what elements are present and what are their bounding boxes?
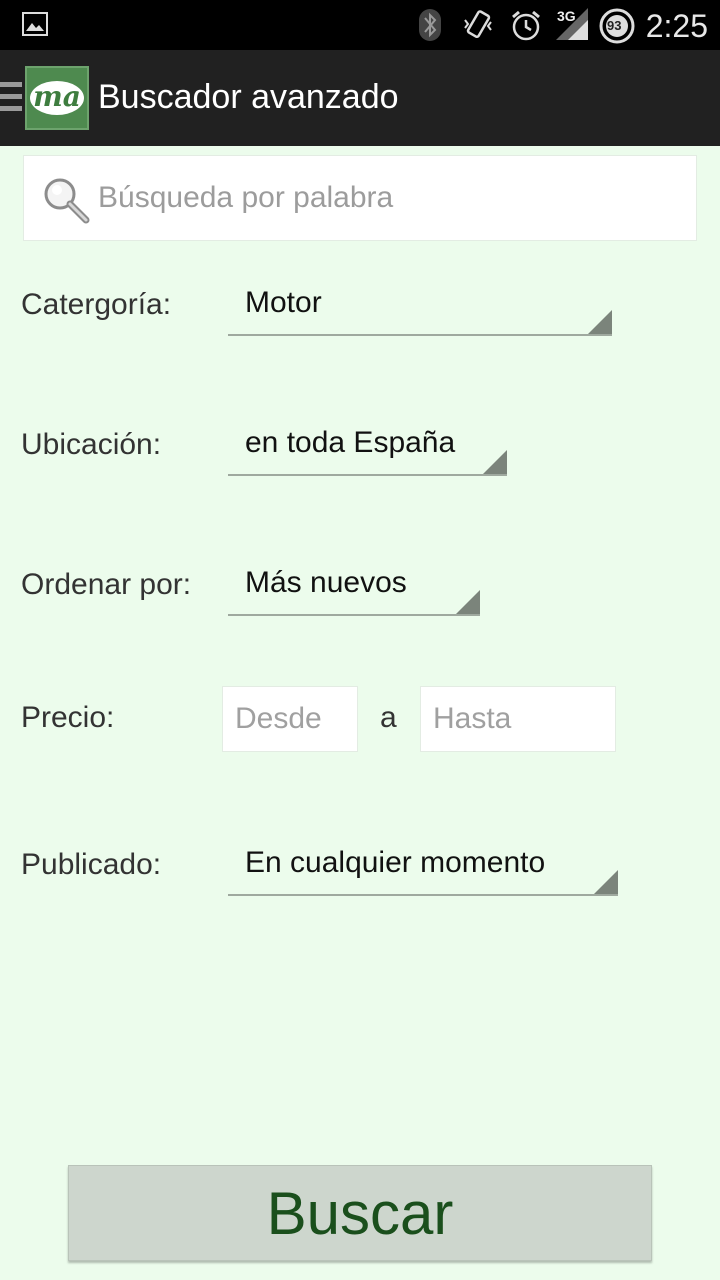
category-dropdown[interactable]: Motor (228, 284, 612, 336)
bluetooth-icon (419, 9, 441, 41)
price-to-input[interactable] (421, 687, 615, 751)
app-logo[interactable]: ma (25, 66, 89, 130)
order-dropdown[interactable]: Más nuevos (228, 564, 480, 616)
vibrate-icon (464, 10, 492, 39)
order-label: Ordenar por: (21, 568, 192, 601)
dropdown-arrow-icon (594, 870, 618, 894)
price-from-input[interactable] (223, 687, 357, 751)
category-label: Catergoría: (21, 288, 172, 321)
search-box[interactable] (23, 155, 697, 241)
action-bar: ma Buscador avanzado (0, 50, 720, 146)
dropdown-arrow-icon (456, 590, 480, 614)
clock-time: 2:25 (645, 8, 708, 44)
search-input[interactable] (98, 156, 688, 240)
category-value: Motor (245, 286, 322, 319)
page-title: Buscador avanzado (98, 78, 399, 116)
published-value: En cualquier momento (245, 846, 546, 879)
drawer-menu-icon[interactable] (0, 82, 22, 114)
location-value: en toda España (245, 426, 456, 459)
search-button[interactable]: Buscar (68, 1165, 652, 1261)
alarm-icon (512, 10, 540, 41)
published-label: Publicado: (21, 848, 162, 881)
location-dropdown[interactable]: en toda España (228, 424, 507, 476)
price-to-field[interactable] (420, 686, 616, 752)
dropdown-arrow-icon (483, 450, 507, 474)
price-separator: a (380, 701, 397, 734)
app-logo-text: ma (33, 80, 81, 113)
published-dropdown[interactable]: En cualquier momento (228, 844, 618, 896)
price-label: Precio: (21, 701, 115, 734)
location-label: Ubicación: (21, 428, 162, 461)
image-icon (22, 12, 48, 36)
status-bar: 3G 93 2:25 (0, 0, 720, 50)
battery-level-label: 93 (607, 18, 622, 33)
dropdown-arrow-icon (588, 310, 612, 334)
price-from-field[interactable] (222, 686, 358, 752)
order-value: Más nuevos (245, 566, 407, 599)
network-type-label: 3G (557, 8, 576, 24)
search-icon (44, 178, 90, 224)
